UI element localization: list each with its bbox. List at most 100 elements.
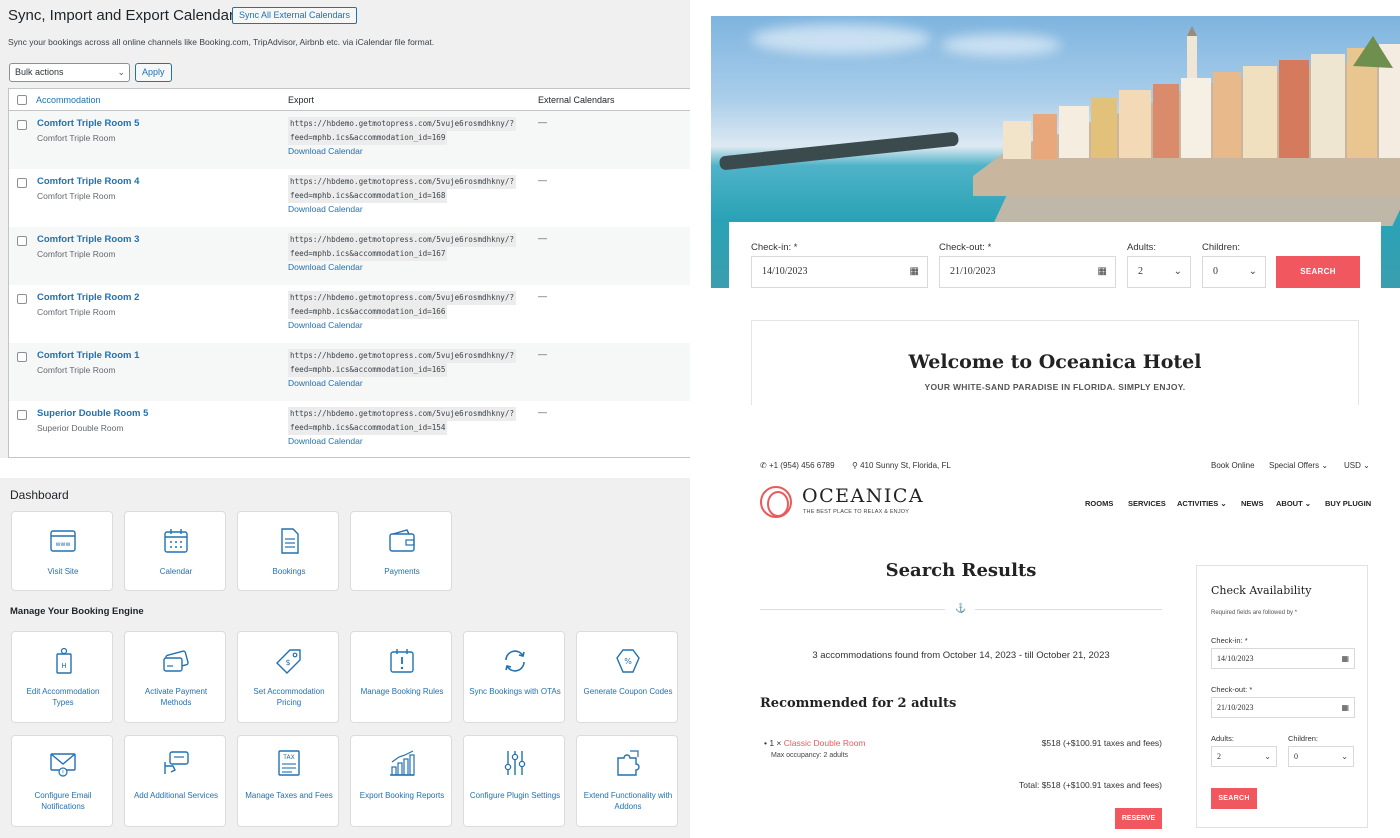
nav-news[interactable]: NEWS	[1241, 499, 1264, 508]
phone-text: +1 (954) 456 6789	[768, 461, 835, 470]
page-description: Sync your bookings across all online cha…	[8, 37, 435, 47]
top-link-special-offers[interactable]: Special Offers ⌄	[1269, 461, 1328, 470]
tile-set-accommodation-pricing[interactable]: $ Set Accommodation Pricing	[237, 631, 339, 723]
tile-label: Calendar	[159, 567, 193, 576]
checkin-date-input[interactable]: 14/10/2023 ▦	[751, 256, 928, 288]
reserve-button[interactable]: RESERVE	[1115, 808, 1162, 829]
accommodation-link[interactable]: Comfort Triple Room 2	[37, 292, 139, 303]
total-price-value: $518	[1041, 780, 1061, 790]
download-calendar-link[interactable]: Download Calendar	[288, 146, 363, 156]
download-calendar-link[interactable]: Download Calendar	[288, 262, 363, 272]
search-results-title: Search Results	[885, 560, 1037, 581]
adults-select[interactable]: 2 ⌄	[1211, 746, 1277, 767]
tile-configure-plugin-settings[interactable]: Configure Plugin Settings	[463, 735, 565, 827]
tile-bookings[interactable]: Bookings	[237, 511, 339, 591]
search-button[interactable]: SEARCH	[1211, 788, 1257, 809]
currency-switcher[interactable]: USD ⌄	[1344, 461, 1370, 470]
row-checkbox[interactable]	[17, 410, 27, 420]
currency-text: USD	[1344, 461, 1361, 470]
tile-manage-taxes-fees[interactable]: TAX Manage Taxes and Fees	[237, 735, 339, 827]
column-external-calendars: External Calendars	[538, 95, 615, 105]
export-url: https://hbdemo.getmotopress.com/5vuje6ro…	[288, 117, 517, 145]
export-url: https://hbdemo.getmotopress.com/5vuje6ro…	[288, 175, 517, 203]
table-row: Comfort Triple Room 3 Comfort Triple Roo…	[9, 227, 690, 285]
download-calendar-link[interactable]: Download Calendar	[288, 436, 363, 446]
accommodation-link[interactable]: Comfort Triple Room 4	[37, 176, 139, 187]
row-checkbox[interactable]	[17, 178, 27, 188]
download-calendar-link[interactable]: Download Calendar	[288, 378, 363, 388]
phone-info[interactable]: ✆ +1 (954) 456 6789	[760, 461, 835, 470]
nav-about-label: ABOUT	[1276, 499, 1303, 508]
tile-payments[interactable]: Payments	[350, 511, 452, 591]
nav-activities[interactable]: ACTIVITIES ⌄	[1177, 499, 1227, 508]
tile-label: Extend Functionality with Addons	[583, 791, 673, 811]
tile-sync-bookings-otas[interactable]: Sync Bookings with OTAs	[463, 631, 565, 723]
search-button[interactable]: SEARCH	[1276, 256, 1360, 288]
apply-button[interactable]: Apply	[135, 63, 172, 82]
table-row: Comfort Triple Room 1 Comfort Triple Roo…	[9, 343, 690, 401]
children-select[interactable]: 0 ⌄	[1288, 746, 1354, 767]
coupon-icon: %	[616, 649, 640, 673]
tile-manage-booking-rules[interactable]: Manage Booking Rules	[350, 631, 452, 723]
table-header: Accommodation Export External Calendars	[9, 89, 690, 111]
oceanica-logo-icon[interactable]	[760, 486, 792, 518]
top-link-book-online[interactable]: Book Online	[1211, 461, 1255, 470]
table-row: Comfort Triple Room 2 Comfort Triple Roo…	[9, 285, 690, 343]
chevron-down-icon: ⌄	[1220, 499, 1227, 508]
row-checkbox[interactable]	[17, 120, 27, 130]
tile-export-booking-reports[interactable]: Export Booking Reports	[350, 735, 452, 827]
tile-extend-functionality-addons[interactable]: Extend Functionality with Addons	[576, 735, 678, 827]
accommodation-link[interactable]: Comfort Triple Room 1	[37, 350, 139, 361]
chevron-down-icon: ⌄	[1248, 266, 1257, 277]
accommodation-link[interactable]: Superior Double Room 5	[37, 408, 148, 419]
external-calendars-value: —	[538, 117, 547, 127]
brand-name[interactable]: OCEANICA	[802, 485, 924, 507]
table-row: Comfort Triple Room 4 Comfort Triple Roo…	[9, 169, 690, 227]
children-select[interactable]: 0 ⌄	[1202, 256, 1266, 288]
checkout-date-input[interactable]: 21/10/2023 ▦	[1211, 697, 1355, 718]
tile-label: Configure Plugin Settings	[469, 791, 561, 800]
tile-visit-site[interactable]: www Visit Site	[11, 511, 113, 591]
tile-calendar[interactable]: Calendar	[124, 511, 226, 591]
accommodation-type: Superior Double Room	[37, 423, 124, 433]
chevron-down-icon: ⌄	[1363, 461, 1370, 470]
tile-generate-coupon-codes[interactable]: % Generate Coupon Codes	[576, 631, 678, 723]
tile-configure-email-notifications[interactable]: ! Configure Email Notifications	[11, 735, 113, 827]
row-checkbox[interactable]	[17, 352, 27, 362]
download-calendar-link[interactable]: Download Calendar	[288, 320, 363, 330]
checkin-date-input[interactable]: 14/10/2023 ▦	[1211, 648, 1355, 669]
calendar-icon: ▦	[909, 266, 919, 277]
accommodation-link[interactable]: Comfort Triple Room 3	[37, 234, 139, 245]
nav-buy-plugin[interactable]: BUY PLUGIN	[1325, 499, 1371, 508]
row-checkbox[interactable]	[17, 236, 27, 246]
adults-label: Adults:	[1211, 734, 1234, 743]
accommodation-link[interactable]: Comfort Triple Room 5	[37, 118, 139, 129]
accommodation-type: Comfort Triple Room	[37, 365, 116, 375]
children-value: 0	[1294, 752, 1298, 761]
nav-rooms[interactable]: ROOMS	[1085, 499, 1113, 508]
report-chart-icon	[390, 750, 415, 776]
checkout-label: Check-out: *	[1211, 685, 1253, 694]
welcome-subtitle: YOUR WHITE-SAND PARADISE IN FLORIDA. SIM…	[924, 382, 1186, 392]
download-calendar-link[interactable]: Download Calendar	[288, 204, 363, 214]
nav-about[interactable]: ABOUT ⌄	[1276, 499, 1311, 508]
row-checkbox[interactable]	[17, 294, 27, 304]
column-accommodation[interactable]: Accommodation	[36, 95, 101, 105]
tile-label: Activate Payment Methods	[144, 687, 208, 707]
sync-all-button[interactable]: Sync All External Calendars	[232, 7, 358, 24]
external-calendars-value: —	[538, 407, 547, 417]
chevron-down-icon: ⌄	[1304, 499, 1312, 508]
tile-label: Manage Booking Rules	[360, 687, 444, 696]
external-calendars-value: —	[538, 233, 547, 243]
tile-activate-payment-methods[interactable]: Activate Payment Methods	[124, 631, 226, 723]
select-all-checkbox[interactable]	[17, 95, 27, 105]
checkout-date-input[interactable]: 21/10/2023 ▦	[939, 256, 1116, 288]
bulk-actions-select[interactable]: Bulk actions ⌄	[9, 63, 130, 82]
tile-label: Generate Coupon Codes	[583, 687, 673, 696]
tile-add-additional-services[interactable]: Add Additional Services	[124, 735, 226, 827]
nav-services[interactable]: SERVICES	[1128, 499, 1166, 508]
tile-edit-accommodation-types[interactable]: H Edit Accommodation Types	[11, 631, 113, 723]
adults-select[interactable]: 2 ⌄	[1127, 256, 1191, 288]
credit-card-icon	[163, 650, 189, 672]
room-link[interactable]: Classic Double Room	[784, 738, 866, 748]
